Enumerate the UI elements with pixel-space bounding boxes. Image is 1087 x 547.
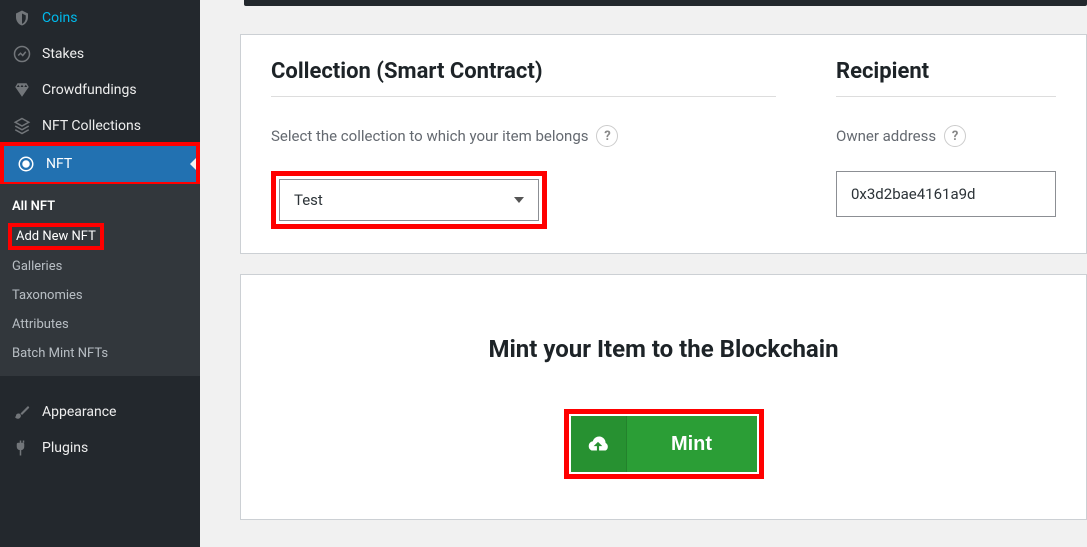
mint-button-label: Mint [627, 433, 757, 456]
select-value: Test [294, 191, 323, 209]
sidebar-item-nft[interactable]: NFT [4, 146, 196, 182]
sidebar-item-coins[interactable]: Coins [0, 0, 200, 36]
menu-label: Coins [42, 10, 77, 26]
menu-label: Plugins [42, 440, 88, 456]
mint-panel: Mint your Item to the Blockchain Mint [240, 274, 1087, 520]
menu-label: Crowdfundings [42, 82, 137, 98]
highlight-nft: NFT [0, 142, 200, 186]
menu-label: NFT [46, 156, 72, 172]
recipient-section: Recipient Owner address ? [836, 59, 1056, 229]
sidebar-item-plugins[interactable]: Plugins [0, 430, 200, 466]
submenu-all-nft[interactable]: All NFT [0, 192, 200, 221]
submenu-galleries[interactable]: Galleries [0, 252, 200, 281]
highlight-mint-button: Mint [564, 409, 764, 479]
collection-section: Collection (Smart Contract) Select the c… [271, 59, 776, 229]
cloud-upload-icon [571, 416, 627, 472]
menu-separator [0, 376, 200, 394]
chevron-down-icon [514, 197, 524, 203]
highlight-add-new: Add New NFT [8, 223, 104, 250]
mint-button[interactable]: Mint [571, 416, 757, 472]
menu-label: Appearance [42, 404, 116, 420]
top-dark-bar [244, 0, 1087, 6]
help-icon[interactable]: ? [596, 125, 618, 147]
collection-select[interactable]: Test [279, 179, 539, 221]
sidebar-item-appearance[interactable]: Appearance [0, 394, 200, 430]
main-content: Collection (Smart Contract) Select the c… [200, 0, 1087, 547]
highlight-select: Test [271, 171, 547, 229]
mint-title: Mint your Item to the Blockchain [271, 335, 1056, 363]
diamond-icon [12, 80, 32, 100]
nft-submenu: All NFT Add New NFT Galleries Taxonomies… [0, 184, 200, 376]
submenu-taxonomies[interactable]: Taxonomies [0, 281, 200, 310]
owner-address-input[interactable] [836, 171, 1056, 217]
sidebar-item-stakes[interactable]: Stakes [0, 36, 200, 72]
chart-icon [12, 44, 32, 64]
submenu-add-new-nft[interactable]: Add New NFT [16, 227, 96, 246]
collection-hint: Select the collection to which your item… [271, 125, 776, 147]
coin-icon [12, 8, 32, 28]
brush-icon [12, 402, 32, 422]
submenu-attributes[interactable]: Attributes [0, 310, 200, 339]
layers-icon [12, 116, 32, 136]
menu-label: Stakes [42, 46, 84, 62]
menu-label: NFT Collections [42, 118, 141, 134]
recipient-hint: Owner address ? [836, 125, 1056, 147]
sidebar-item-crowdfundings[interactable]: Crowdfundings [0, 72, 200, 108]
nft-icon [16, 154, 36, 174]
help-icon[interactable]: ? [944, 125, 966, 147]
admin-sidebar: Coins Stakes Crowdfundings NFT Collectio… [0, 0, 200, 547]
collection-recipient-panel: Collection (Smart Contract) Select the c… [240, 34, 1087, 254]
plug-icon [12, 438, 32, 458]
sidebar-item-nft-collections[interactable]: NFT Collections [0, 108, 200, 144]
submenu-batch-mint[interactable]: Batch Mint NFTs [0, 339, 200, 368]
recipient-title: Recipient [836, 59, 1056, 97]
collection-title: Collection (Smart Contract) [271, 59, 776, 97]
